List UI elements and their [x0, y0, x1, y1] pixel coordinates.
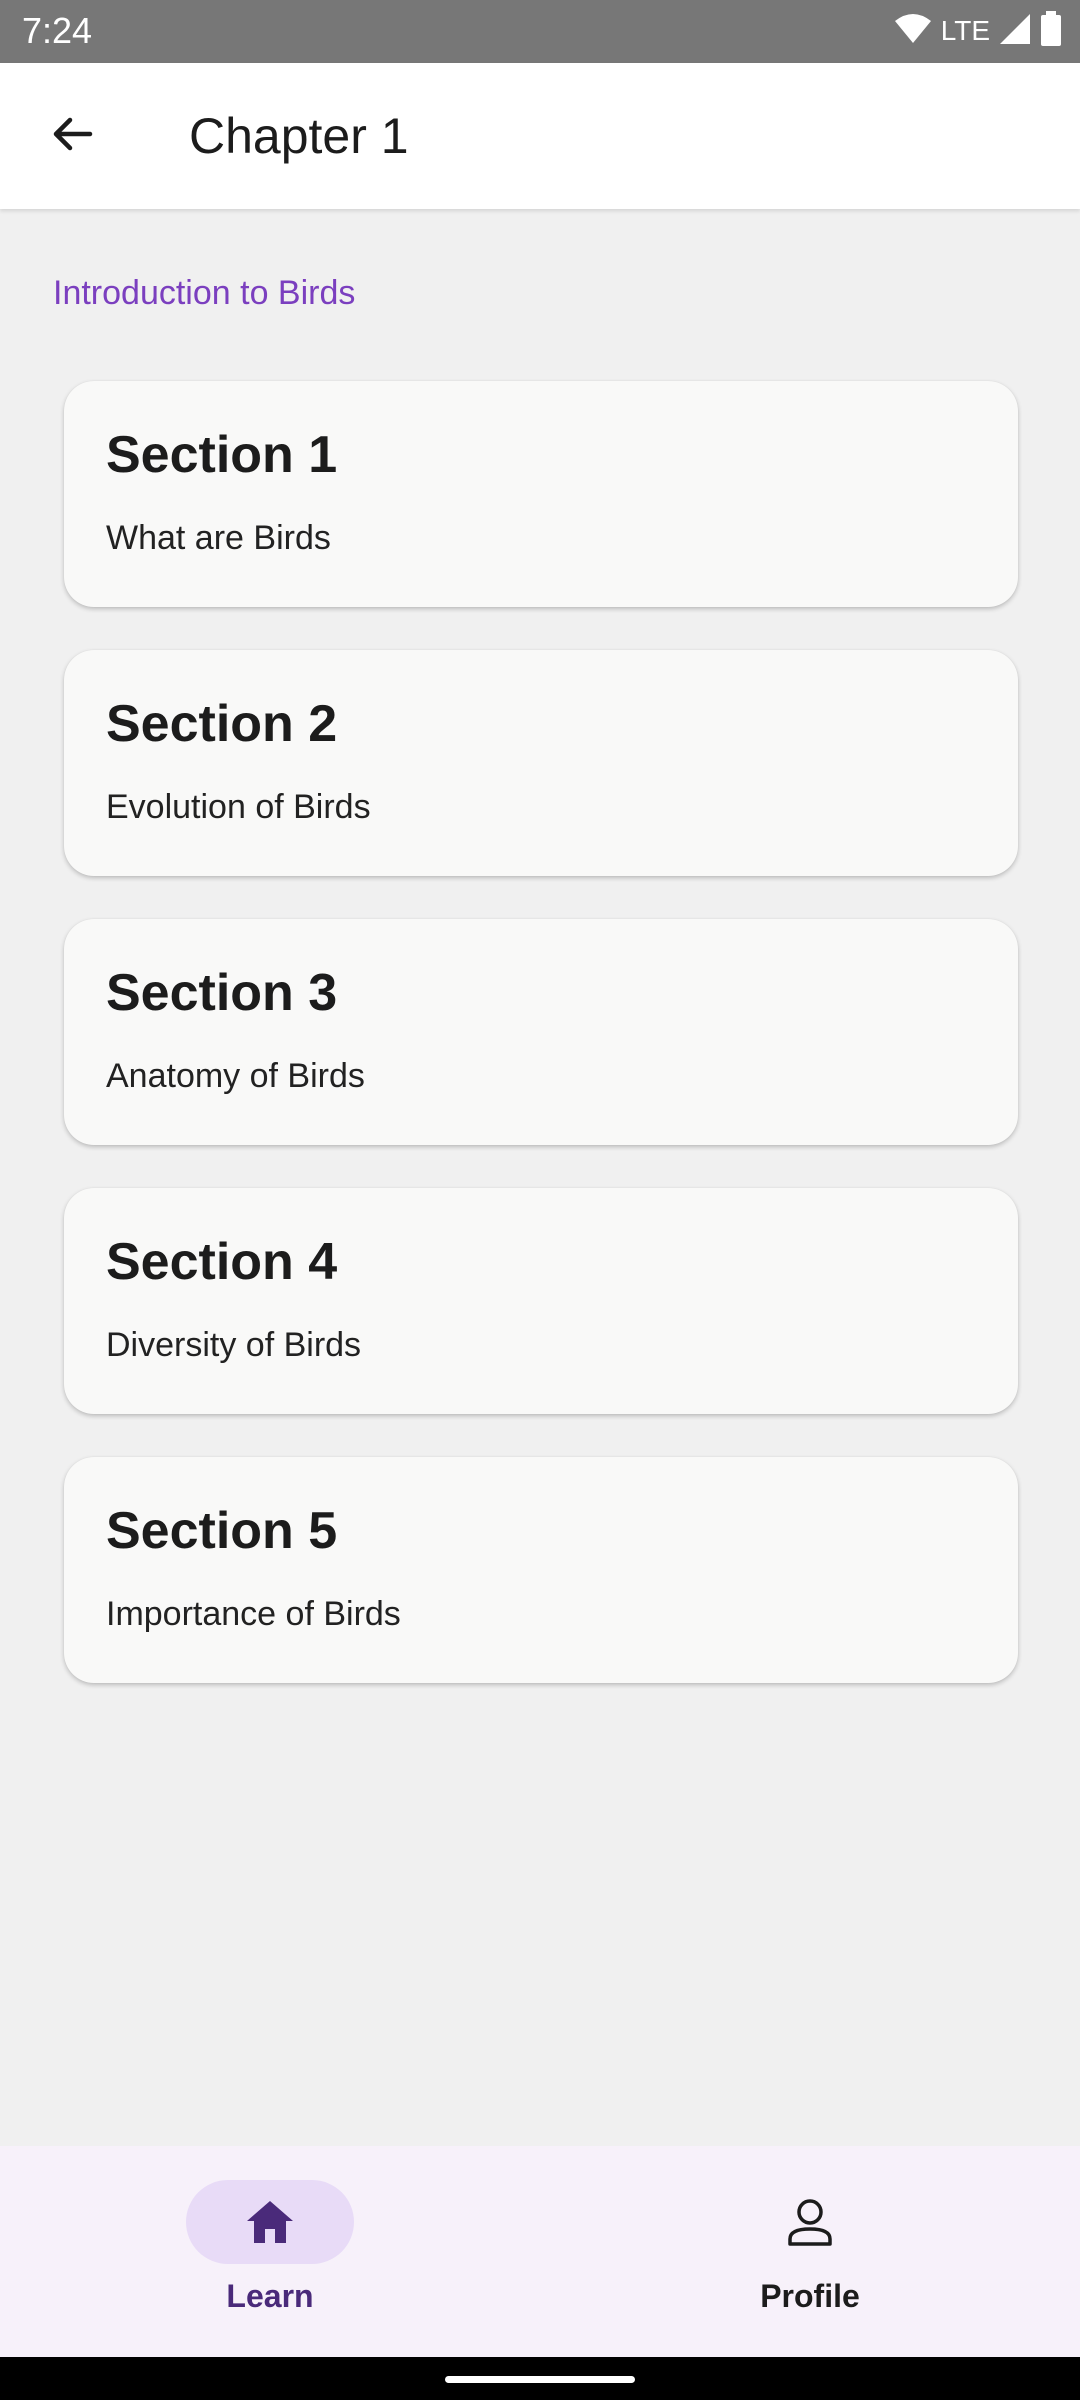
section-description: Importance of Birds	[106, 1595, 401, 1633]
section-title: Section 5	[106, 1502, 338, 1560]
nav-label-profile: Profile	[760, 2278, 860, 2314]
home-gesture-handle[interactable]	[445, 2376, 635, 2383]
page-title: Chapter 1	[189, 108, 409, 164]
status-bar: 7:24 LTE	[0, 0, 1080, 63]
section-title: Section 2	[106, 695, 338, 753]
home-icon	[230, 2192, 310, 2252]
section-title: Section 4	[106, 1233, 338, 1291]
signal-icon	[998, 12, 1032, 51]
status-time: 7:24	[22, 10, 93, 51]
app-bar: Chapter 1	[0, 63, 1080, 209]
section-card-3[interactable]: Section 3 Anatomy of Birds	[64, 919, 1018, 1145]
nav-item-profile[interactable]: Profile	[540, 2146, 1080, 2357]
section-list: Section 1 What are Birds Section 2 Evolu…	[64, 381, 1018, 1726]
network-type: LTE	[940, 15, 990, 46]
section-description: What are Birds	[106, 519, 331, 557]
bottom-navigation: Learn Profile	[0, 2146, 1080, 2357]
section-description: Diversity of Birds	[106, 1326, 362, 1364]
section-card-2[interactable]: Section 2 Evolution of Birds	[64, 650, 1018, 876]
person-icon	[770, 2192, 850, 2252]
back-button[interactable]	[34, 98, 110, 174]
section-card-4[interactable]: Section 4 Diversity of Birds	[64, 1188, 1018, 1414]
screen: 7:24 LTE Chapter 1 Introduction to Birds…	[0, 0, 1080, 2400]
wifi-icon	[893, 13, 933, 50]
arrow-back-icon	[48, 110, 96, 163]
section-title: Section 3	[106, 964, 338, 1022]
section-title: Section 1	[106, 426, 338, 484]
nav-item-learn[interactable]: Learn	[0, 2146, 540, 2357]
section-description: Evolution of Birds	[106, 788, 371, 826]
chapter-subtitle: Introduction to Birds	[53, 274, 356, 312]
section-card-5[interactable]: Section 5 Importance of Birds	[64, 1457, 1018, 1683]
battery-icon	[1040, 10, 1062, 52]
nav-label-learn: Learn	[226, 2278, 314, 2314]
section-card-1[interactable]: Section 1 What are Birds	[64, 381, 1018, 607]
system-navigation-bar	[0, 2357, 1080, 2400]
section-description: Anatomy of Birds	[106, 1057, 365, 1095]
status-icons: LTE	[893, 10, 1062, 52]
